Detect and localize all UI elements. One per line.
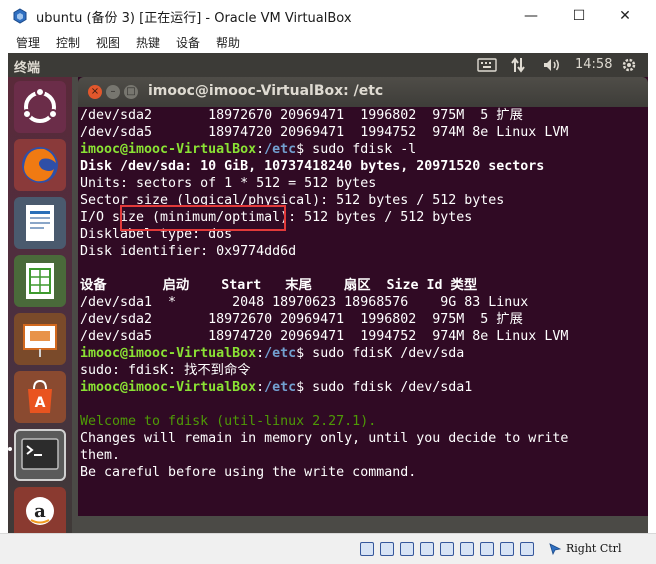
terminal-text: /dev/sda2 18972670 20969471 1996802 975M… bbox=[80, 108, 523, 123]
terminal-line: /dev/sda1 * 2048 18970623 18968576 9G 83… bbox=[80, 294, 648, 311]
host-menubar: 管理 控制 视图 热键 设备 帮助 bbox=[0, 31, 656, 53]
terminal-line: 设备 启动 Start 末尾 扇区 Size Id 类型 bbox=[80, 277, 648, 294]
terminal-line: /dev/sda2 18972670 20969471 1996802 975M… bbox=[80, 311, 648, 328]
terminal-text: Changes will remain in memory only, unti… bbox=[80, 431, 569, 446]
svg-text:A: A bbox=[35, 395, 46, 411]
terminal-text: /dev/sda5 18974720 20969471 1994752 974M… bbox=[80, 125, 569, 140]
terminal-line: /dev/sda5 18974720 20969471 1994752 974M… bbox=[80, 328, 648, 345]
audio-icon[interactable] bbox=[400, 542, 414, 556]
prompt-user: imooc@imooc-VirtualBox bbox=[80, 346, 257, 361]
terminal-line: Be careful before using the write comman… bbox=[80, 464, 648, 481]
ubuntu-logo-icon bbox=[22, 87, 58, 123]
terminal-title: imooc@imooc-VirtualBox: /etc bbox=[148, 83, 384, 99]
firefox-icon[interactable] bbox=[14, 139, 66, 191]
hard-disk-icon[interactable] bbox=[360, 542, 374, 556]
terminal-text: /dev/sda1 * 2048 18970623 18968576 9G 83… bbox=[80, 295, 529, 310]
terminal-line: /dev/sda5 18974720 20969471 1994752 974M… bbox=[80, 124, 648, 141]
terminal-text: Disk /dev/sda: 10 GiB, 10737418240 bytes… bbox=[80, 159, 545, 174]
terminal-icon[interactable] bbox=[14, 429, 66, 481]
gear-icon[interactable] bbox=[620, 56, 638, 74]
clock[interactable]: 14:58 bbox=[575, 57, 612, 72]
panel-app-title: 终端 bbox=[14, 61, 41, 76]
terminal-line: /dev/sda2 18972670 20969471 1996802 975M… bbox=[80, 107, 648, 124]
unity-launcher: A a bbox=[8, 77, 72, 533]
prompt-user: imooc@imooc-VirtualBox bbox=[80, 380, 257, 395]
network-updown-icon[interactable] bbox=[510, 56, 526, 74]
video-capture-icon[interactable] bbox=[500, 542, 514, 556]
running-indicator bbox=[8, 447, 12, 451]
terminal-text: $ sudo fdisK /dev/sda bbox=[296, 346, 465, 361]
terminal-line: Disk identifier: 0x9774dd6d bbox=[80, 243, 648, 260]
terminal-text: Be careful before using the write comman… bbox=[80, 465, 417, 480]
minimize-button[interactable]: — bbox=[508, 0, 554, 31]
menu-devices[interactable]: 设备 bbox=[176, 34, 200, 51]
terminal-line: imooc@imooc-VirtualBox:/etc$ sudo fdisk … bbox=[80, 141, 648, 158]
ubuntu-top-panel: 终端 14:58 bbox=[8, 53, 648, 77]
terminal-line: Disk /dev/sda: 10 GiB, 10737418240 bytes… bbox=[80, 158, 648, 175]
terminal-text: Welcome to fdisk (util-linux 2.27.1). bbox=[80, 414, 377, 429]
terminal-line: imooc@imooc-VirtualBox:/etc$ sudo fdisk … bbox=[80, 379, 648, 396]
terminal-text: sudo: fdisK: 找不到命令 bbox=[80, 363, 251, 378]
cpu-icon[interactable] bbox=[520, 542, 534, 556]
keyboard-icon[interactable] bbox=[477, 57, 497, 73]
optical-drive-icon[interactable] bbox=[380, 542, 394, 556]
guest-screen[interactable]: 终端 14:58 A a × – □ imooc@imooc-VirtualBo… bbox=[8, 53, 648, 533]
prompt-path: /etc bbox=[264, 142, 297, 157]
menu-hotkey[interactable]: 热键 bbox=[136, 34, 160, 51]
virtualbox-icon bbox=[13, 8, 27, 24]
host-titlebar: ubuntu (备份 3) [正在运行] - Oracle VM Virtual… bbox=[0, 0, 656, 31]
mouse-integration-icon[interactable] bbox=[548, 542, 562, 556]
terminal-text: 设备 启动 Start 末尾 扇区 Size Id 类型 bbox=[80, 278, 478, 293]
terminal-line: sudo: fdisK: 找不到命令 bbox=[80, 362, 648, 379]
menu-view[interactable]: 视图 bbox=[96, 34, 120, 51]
host-key-label: Right Ctrl bbox=[566, 542, 622, 555]
terminal-window[interactable]: × – □ imooc@imooc-VirtualBox: /etc /dev/… bbox=[78, 77, 648, 516]
ubuntu-software-icon[interactable]: A bbox=[14, 371, 66, 423]
libreoffice-calc-icon[interactable] bbox=[14, 255, 66, 307]
terminal-line: Units: sectors of 1 * 512 = 512 bytes bbox=[80, 175, 648, 192]
terminal-text: /dev/sda2 18972670 20969471 1996802 975M… bbox=[80, 312, 523, 327]
terminal-text: : bbox=[256, 142, 265, 157]
terminal-line: imooc@imooc-VirtualBox:/etc$ sudo fdisK … bbox=[80, 345, 648, 362]
terminal-output[interactable]: /dev/sda2 18972670 20969471 1996802 975M… bbox=[78, 107, 648, 516]
maximize-button[interactable]: ☐ bbox=[556, 0, 602, 31]
menu-manage[interactable]: 管理 bbox=[16, 34, 40, 51]
window-title: ubuntu (备份 3) [正在运行] - Oracle VM Virtual… bbox=[36, 11, 352, 26]
network-icon[interactable] bbox=[420, 542, 434, 556]
terminal-titlebar[interactable]: × – □ imooc@imooc-VirtualBox: /etc bbox=[78, 77, 648, 107]
libreoffice-writer-icon[interactable] bbox=[14, 197, 66, 249]
terminal-line: them. bbox=[80, 447, 648, 464]
terminal-text: Disk identifier: 0x9774dd6d bbox=[80, 244, 297, 259]
terminal-text: $ sudo fdisk -l bbox=[296, 142, 417, 157]
volume-icon[interactable] bbox=[542, 57, 562, 73]
terminal-text: them. bbox=[80, 448, 121, 463]
terminal-line: Welcome to fdisk (util-linux 2.27.1). bbox=[80, 413, 648, 430]
prompt-user: imooc@imooc-VirtualBox bbox=[80, 142, 257, 157]
terminal-maximize-button[interactable]: □ bbox=[124, 85, 138, 99]
dash-home-icon[interactable] bbox=[14, 81, 66, 133]
close-button[interactable]: ✕ bbox=[602, 0, 648, 31]
terminal-text: Units: sectors of 1 * 512 = 512 bytes bbox=[80, 176, 377, 191]
amazon-icon[interactable]: a bbox=[14, 487, 66, 533]
usb-icon[interactable] bbox=[440, 542, 454, 556]
host-statusbar: Right Ctrl bbox=[0, 533, 656, 564]
menu-help[interactable]: 帮助 bbox=[216, 34, 240, 51]
prompt-path: /etc bbox=[264, 346, 297, 361]
terminal-text: /dev/sda5 18974720 20969471 1994752 974M… bbox=[80, 329, 569, 344]
libreoffice-impress-icon[interactable] bbox=[14, 313, 66, 365]
terminal-text: $ sudo fdisk /dev/sda1 bbox=[296, 380, 473, 395]
shared-folders-icon[interactable] bbox=[460, 542, 474, 556]
display-icon[interactable] bbox=[480, 542, 494, 556]
annotation-highlight-box bbox=[120, 205, 286, 231]
terminal-line: Changes will remain in memory only, unti… bbox=[80, 430, 648, 447]
terminal-text: : bbox=[256, 380, 265, 395]
terminal-close-button[interactable]: × bbox=[88, 85, 102, 99]
menu-control[interactable]: 控制 bbox=[56, 34, 80, 51]
terminal-text: : bbox=[256, 346, 265, 361]
prompt-path: /etc bbox=[264, 380, 297, 395]
svg-text:a: a bbox=[34, 501, 46, 522]
terminal-minimize-button[interactable]: – bbox=[106, 85, 120, 99]
